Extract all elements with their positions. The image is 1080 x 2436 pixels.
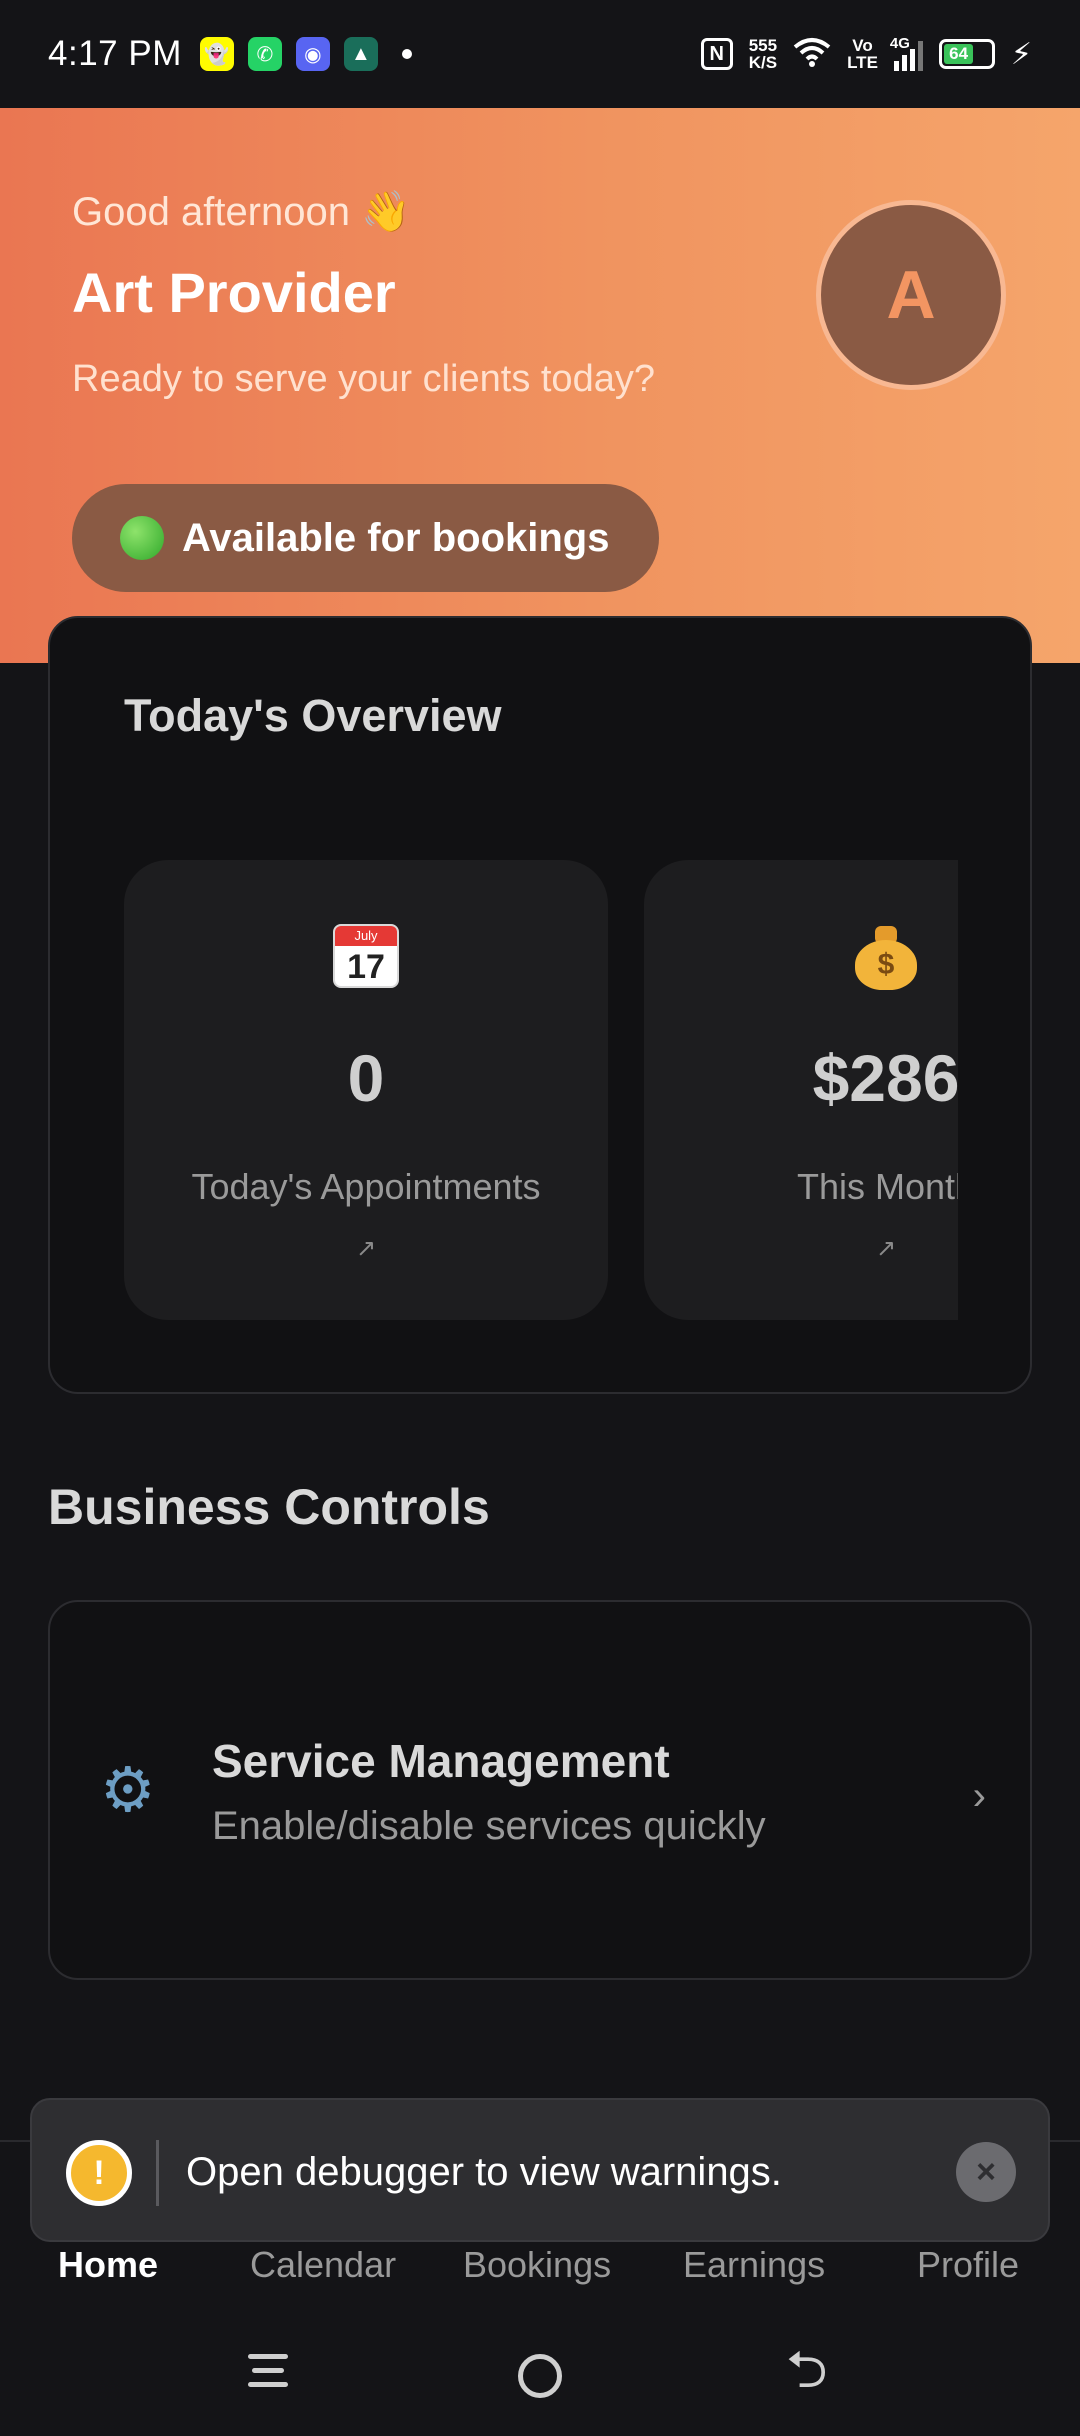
volte-bottom: LTE <box>847 53 878 72</box>
chevron-right-icon: › <box>972 1774 986 1818</box>
greeting-subtitle: Ready to serve your clients today? <box>72 358 655 400</box>
volte-indicator: Vo LTE <box>847 37 878 71</box>
tab-earnings[interactable]: Earnings <box>683 2244 825 2286</box>
charging-icon: ⚡ <box>1010 37 1032 71</box>
stat-label: Today's Appointments <box>191 1166 541 1207</box>
calendar-day: 17 <box>347 948 385 986</box>
calendar-icon: July 17 <box>124 924 608 988</box>
warning-icon: ! <box>66 2140 132 2206</box>
stat-value: $286 <box>812 1041 958 1115</box>
home-button[interactable] <box>518 2354 562 2398</box>
stat-card-earnings[interactable]: $ $286 This Month ↗ <box>644 860 958 1320</box>
stat-card-appointments[interactable]: July 17 0 Today's Appointments ↗ <box>124 860 608 1320</box>
stat-value: 0 <box>347 1041 385 1115</box>
status-time: 4:17 PM <box>48 34 182 73</box>
calendar-month: July <box>335 926 397 946</box>
status-bar: 4:17 PM 👻 ✆ ◉ ▲ N 555 K/S Vo LTE 4G 64 ⚡ <box>0 0 1080 108</box>
section-title: Business Controls <box>48 1479 490 1535</box>
wifi-icon <box>793 37 831 72</box>
discord-icon: ◉ <box>295 37 330 71</box>
provider-name: Art Provider <box>72 261 396 324</box>
stats-carousel[interactable]: July 17 0 Today's Appointments ↗ $ $286 … <box>124 860 958 1320</box>
debugger-warning-toast[interactable]: ! Open debugger to view warnings. × <box>30 2098 1050 2242</box>
signal-icon: 4G <box>890 35 923 71</box>
tab-home[interactable]: Home <box>58 2244 158 2286</box>
back-button[interactable]: ⮌ <box>786 2344 828 2396</box>
snapchat-icon: 👻 <box>199 37 234 71</box>
tab-bookings[interactable]: Bookings <box>463 2244 611 2286</box>
avatar[interactable]: A <box>816 200 1006 390</box>
battery-icon: 64 <box>938 39 995 69</box>
network-type: 4G <box>889 35 910 52</box>
recent-apps-button[interactable] <box>248 2354 288 2394</box>
trend-arrow-icon: ↗ <box>355 1235 377 1262</box>
status-dot-icon <box>120 516 164 560</box>
whatsapp-icon: ✆ <box>247 37 282 71</box>
toast-divider <box>156 2140 159 2206</box>
service-management-title: Service Management <box>212 1735 670 1787</box>
tab-profile[interactable]: Profile <box>917 2244 1019 2286</box>
overview-card: Today's Overview July 17 0 Today's Appoi… <box>48 616 1032 1394</box>
system-navigation-bar: ⮌ <box>0 2316 1080 2436</box>
data-speed: 555 K/S <box>749 37 777 71</box>
toast-message: Open debugger to view warnings. <box>186 2150 782 2194</box>
notification-icons: 👻 ✆ ◉ ▲ <box>199 37 412 71</box>
battery-level: 64 <box>943 44 974 64</box>
service-management-description: Enable/disable services quickly <box>212 1804 766 1848</box>
availability-toggle[interactable]: Available for bookings <box>72 484 659 592</box>
close-icon[interactable]: × <box>956 2142 1016 2202</box>
trend-arrow-icon: ↗ <box>875 1235 897 1262</box>
overview-title: Today's Overview <box>124 690 502 741</box>
nfc-icon: N <box>700 38 733 70</box>
gear-icon: ⚙ <box>100 1756 156 1825</box>
system-indicators: N 555 K/S Vo LTE 4G 64 ⚡ <box>700 35 1032 72</box>
tab-calendar[interactable]: Calendar <box>250 2244 396 2286</box>
data-speed-unit: K/S <box>748 53 778 72</box>
greeting-header: Good afternoon 👋 Art Provider Ready to s… <box>0 108 1080 663</box>
avatar-letter: A <box>886 257 936 333</box>
more-notifications-icon <box>401 49 412 59</box>
greeting-text: Good afternoon 👋 <box>72 190 411 234</box>
availability-label: Available for bookings <box>182 515 610 560</box>
money-bag-icon: $ <box>644 924 958 990</box>
grow-icon: ▲ <box>343 37 378 71</box>
service-management-card[interactable]: ⚙ Service Management Enable/disable serv… <box>48 1600 1032 1980</box>
stat-label: This Month <box>796 1166 958 1207</box>
